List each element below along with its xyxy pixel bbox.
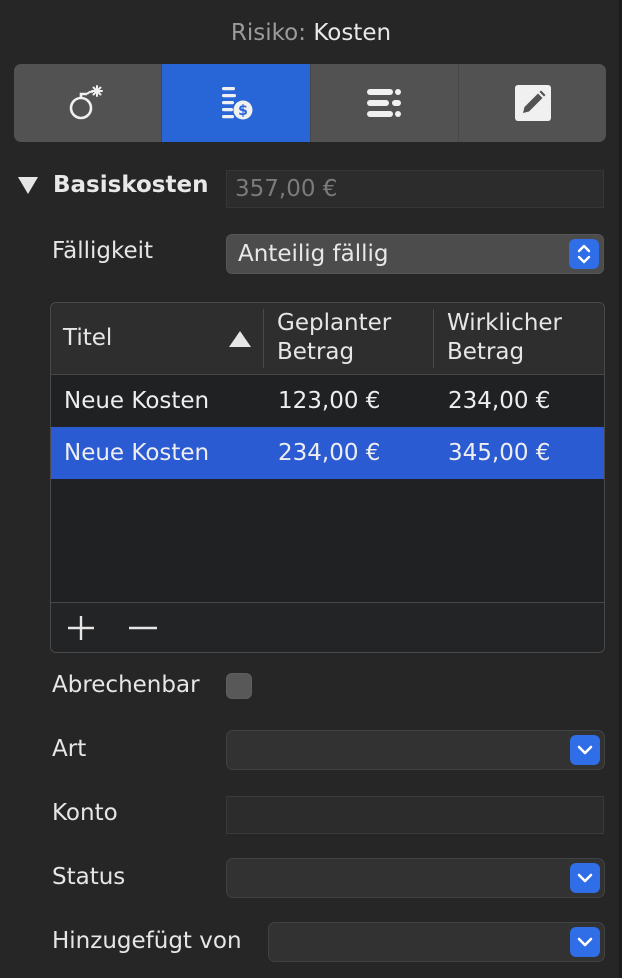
hinzugefuegt-select[interactable] [268, 922, 605, 962]
add-cost-button[interactable] [66, 616, 96, 640]
table-footer [51, 602, 604, 652]
sort-ascending-icon[interactable] [229, 331, 251, 347]
hinzugefuegt-label: Hinzugefügt von [52, 928, 242, 954]
tab-risk[interactable] [14, 64, 163, 142]
status-select[interactable] [226, 858, 605, 898]
column-planned-line2: Betrag [277, 339, 355, 365]
konto-label: Konto [52, 800, 118, 826]
row-planned: 123,00 € [278, 388, 381, 414]
select-dropdown-button[interactable] [570, 927, 600, 957]
panel-title: Risiko: Kosten [0, 18, 622, 48]
status-label: Status [52, 864, 126, 890]
edit-icon [515, 85, 552, 121]
abrechenbar-label: Abrechenbar [52, 672, 200, 698]
table-header: Titel Geplanter Betrag Wirklicher Betrag [51, 303, 604, 375]
select-dropdown-button[interactable] [570, 735, 600, 765]
column-header-title[interactable]: Titel [63, 324, 112, 353]
art-label: Art [52, 736, 87, 762]
konto-field[interactable] [226, 796, 604, 834]
cost-list-icon: $ [221, 87, 253, 120]
tab-details[interactable] [311, 64, 459, 142]
select-dropdown-button[interactable] [570, 863, 600, 893]
svg-text:$: $ [238, 103, 248, 119]
chevron-down-icon [577, 745, 593, 755]
minus-icon [129, 626, 157, 630]
remove-cost-button[interactable] [128, 616, 158, 640]
row-title: Neue Kosten [64, 388, 210, 414]
popup-stepper[interactable] [569, 239, 599, 269]
faelligkeit-popup[interactable]: Anteilig fällig [226, 234, 604, 274]
inspector-tabs: $ [14, 64, 606, 142]
column-title-label: Titel [63, 325, 113, 351]
column-header-planned[interactable]: Geplanter Betrag [277, 309, 391, 367]
column-actual-line2: Betrag [447, 339, 525, 365]
column-separator[interactable] [263, 309, 264, 368]
tab-costs[interactable]: $ [162, 64, 311, 142]
faelligkeit-label: Fälligkeit [52, 238, 154, 264]
basiskosten-field: 357,00 € [226, 170, 604, 208]
disclosure-triangle-icon[interactable] [18, 176, 38, 194]
column-header-actual[interactable]: Wirklicher Betrag [447, 309, 562, 367]
art-select[interactable] [226, 730, 605, 770]
bomb-icon [69, 85, 103, 120]
basiskosten-label: Basiskosten [53, 172, 209, 198]
column-planned-line1: Geplanter [277, 310, 392, 336]
costs-table: Titel Geplanter Betrag Wirklicher Betrag… [50, 302, 605, 653]
row-actual: 234,00 € [448, 388, 551, 414]
table-row[interactable]: Neue Kosten 123,00 € 234,00 € [51, 375, 604, 427]
column-actual-line1: Wirklicher [447, 310, 563, 336]
column-separator[interactable] [433, 309, 434, 368]
cost-inspector-panel: Risiko: Kosten $ Basiskosten 357,00 € Fä… [0, 0, 622, 978]
row-planned: 234,00 € [278, 440, 381, 466]
chevron-down-icon [577, 873, 593, 883]
plus-icon [68, 616, 94, 640]
faelligkeit-value: Anteilig fällig [238, 241, 389, 267]
title-main: Kosten [313, 20, 392, 46]
row-title: Neue Kosten [64, 440, 210, 466]
table-row-selected[interactable]: Neue Kosten 234,00 € 345,00 € [51, 427, 604, 479]
title-prefix: Risiko: [230, 20, 306, 46]
list-icon [367, 89, 402, 117]
abrechenbar-checkbox[interactable] [226, 673, 252, 699]
tab-notes[interactable] [459, 64, 606, 142]
row-actual: 345,00 € [448, 440, 551, 466]
chevron-up-down-icon [577, 244, 591, 264]
chevron-down-icon [577, 937, 593, 947]
basiskosten-disclosure[interactable]: Basiskosten [18, 172, 208, 198]
